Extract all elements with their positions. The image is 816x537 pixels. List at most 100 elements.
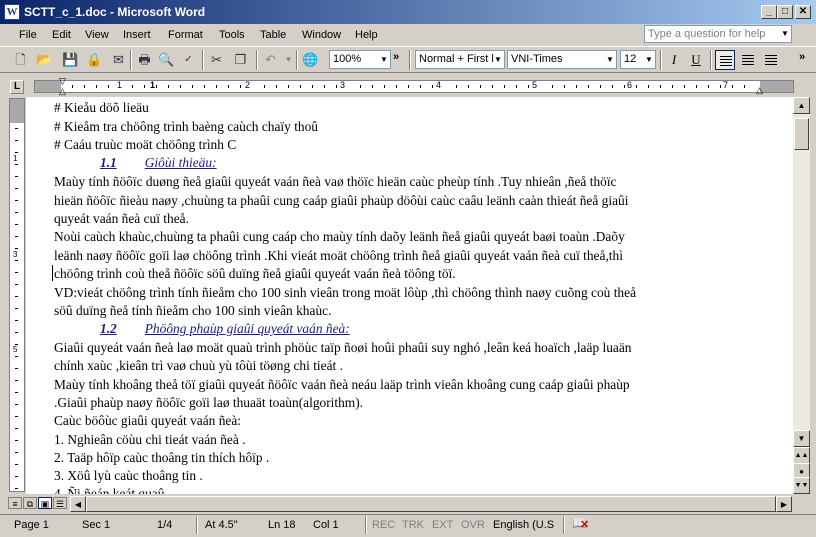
heading-number: 1.1: [100, 155, 117, 170]
ruler-tick: [108, 85, 109, 88]
style-dropdown-icon[interactable]: ▼: [492, 52, 504, 67]
vruler-tick: [15, 152, 18, 153]
ruler-tick: [468, 85, 469, 88]
italic-button[interactable]: I: [664, 50, 684, 70]
spelling-status-icon[interactable]: 📖 ✕: [572, 516, 589, 531]
menu-table[interactable]: Table: [260, 29, 286, 41]
ruler-tick: [300, 85, 301, 88]
ruler-tick: [144, 85, 145, 88]
status-separator: [563, 516, 565, 534]
vruler-tick: [15, 236, 18, 237]
underline-button[interactable]: U: [686, 50, 706, 70]
copy-icon[interactable]: ❐: [232, 51, 249, 68]
outline-view-icon[interactable]: ☰: [53, 497, 67, 509]
menu-file[interactable]: File: [19, 29, 37, 41]
email-icon[interactable]: ✉: [110, 51, 127, 68]
ruler-tick: [588, 85, 589, 88]
align-center-button[interactable]: [738, 50, 758, 70]
toolbar-overflow-icon[interactable]: »: [799, 51, 805, 63]
heading-text: Phöông phaùp giaûi quyeát vaán ñeà:: [144, 321, 350, 336]
status-language[interactable]: English (U.S: [493, 519, 554, 531]
align-right-button[interactable]: [761, 50, 781, 70]
ruler-tick: [528, 85, 529, 88]
status-track-changes[interactable]: TRK: [402, 519, 424, 531]
ruler-tick: [324, 85, 325, 88]
ruler-tick: [564, 85, 565, 88]
right-indent-marker[interactable]: △: [756, 85, 763, 96]
menu-view[interactable]: View: [85, 29, 109, 41]
spelling-icon[interactable]: ✓: [180, 51, 197, 68]
new-document-icon[interactable]: 🗋: [12, 51, 29, 68]
scroll-down-icon[interactable]: ▼: [793, 430, 810, 447]
tab-selector[interactable]: L: [10, 80, 24, 94]
menu-edit[interactable]: Edit: [52, 29, 71, 41]
section-heading: 1.1 Giôùi thieäu:: [100, 155, 217, 171]
open-folder-icon[interactable]: 📂: [36, 51, 53, 68]
menu-help[interactable]: Help: [355, 29, 378, 41]
vruler-tick: [15, 440, 18, 441]
vruler-tick: [15, 428, 18, 429]
status-extend-selection[interactable]: EXT: [432, 519, 453, 531]
print-preview-icon[interactable]: 🔍: [158, 51, 175, 68]
doc-line: # Caáu truùc moät chöông trình C: [54, 137, 237, 152]
ruler-left-margin: [35, 81, 61, 92]
ruler-tick: [360, 85, 361, 88]
list-item: 2. Taäp hôïp caùc thoâng tin thích hôïp …: [54, 450, 270, 465]
minimize-button[interactable]: _: [761, 5, 777, 19]
insert-hyperlink-icon[interactable]: 🌐: [302, 51, 319, 68]
hanging-indent-marker[interactable]: △: [59, 86, 66, 97]
status-overtype[interactable]: OVR: [461, 519, 485, 531]
help-search-input[interactable]: Type a question for help: [644, 25, 792, 43]
ruler-tick: [96, 85, 97, 88]
scroll-right-icon[interactable]: ▶: [776, 496, 792, 512]
font-dropdown-icon[interactable]: ▼: [604, 52, 616, 67]
permission-icon[interactable]: 🔒: [86, 51, 103, 68]
vruler-number: 3: [13, 250, 18, 259]
toolbar-overflow-icon[interactable]: »: [393, 51, 399, 63]
scroll-left-icon[interactable]: ◀: [70, 496, 86, 512]
menu-insert[interactable]: Insert: [123, 29, 151, 41]
web-layout-icon[interactable]: ⧉: [23, 497, 37, 509]
ruler-tick: [336, 85, 337, 88]
horizontal-ruler[interactable]: [34, 80, 794, 93]
toolbar-separator: [710, 50, 712, 70]
undo-icon[interactable]: ↶: [262, 51, 279, 68]
menu-tools[interactable]: Tools: [219, 29, 245, 41]
previous-page-icon[interactable]: ▲▲: [793, 447, 810, 464]
vruler-number: 5: [13, 345, 18, 354]
scroll-up-icon[interactable]: ▲: [793, 97, 810, 114]
close-button[interactable]: ✕: [795, 5, 811, 19]
menu-format[interactable]: Format: [168, 29, 203, 41]
status-record-macro[interactable]: REC: [372, 519, 395, 531]
vertical-ruler-margin: [10, 99, 24, 123]
maximize-button[interactable]: □: [777, 5, 793, 19]
vruler-tick: [15, 476, 18, 477]
word-app-icon[interactable]: W: [4, 4, 20, 20]
font-select[interactable]: VNI-Times: [507, 50, 617, 69]
ruler-tick: [396, 85, 397, 88]
normal-view-icon[interactable]: ≡: [8, 497, 22, 509]
status-line: Ln 18: [268, 519, 296, 531]
ruler-tick: [312, 85, 313, 88]
cut-icon[interactable]: ✂: [208, 51, 225, 68]
next-page-icon[interactable]: ▼▼: [793, 477, 810, 494]
horizontal-scroll-thumb[interactable]: [86, 496, 776, 512]
help-dropdown-icon[interactable]: ▼: [781, 29, 789, 38]
menu-window[interactable]: Window: [302, 29, 341, 41]
doc-line: chính xaùc ,kieân trì vaø chuù yù tôùi t…: [54, 358, 343, 373]
print-layout-icon[interactable]: ▣: [38, 497, 52, 509]
vertical-scroll-thumb[interactable]: [794, 118, 809, 150]
undo-dropdown-icon[interactable]: ▼: [280, 51, 297, 68]
ruler-tick: [240, 85, 241, 88]
ruler-tick: [192, 85, 193, 88]
ruler-tick: [372, 85, 373, 88]
vruler-tick: [15, 212, 18, 213]
status-separator: [196, 516, 198, 534]
list-item: 1. Nghieân cöùu chi tieát vaán ñeà .: [54, 432, 246, 447]
print-icon[interactable]: 🖶: [136, 51, 153, 68]
font-size-dropdown-icon[interactable]: ▼: [643, 52, 655, 67]
save-icon[interactable]: 💾: [62, 51, 79, 68]
window-title: SCTT_c_1.doc - Microsoft Word: [24, 5, 206, 19]
align-left-button[interactable]: [715, 50, 735, 70]
zoom-dropdown-icon[interactable]: ▼: [378, 52, 390, 67]
